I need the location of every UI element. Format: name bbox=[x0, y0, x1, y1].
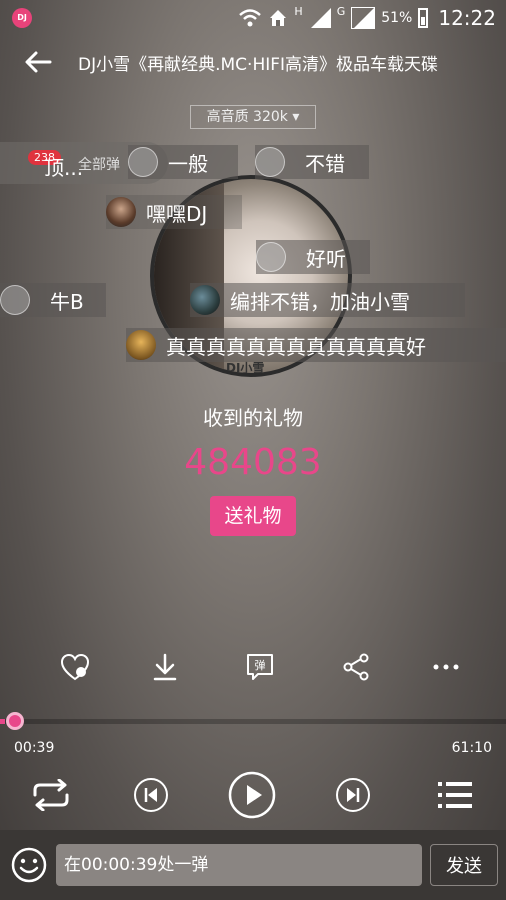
danmaku-item: 编排不错，加油小雪 bbox=[190, 283, 465, 317]
signal-icon bbox=[351, 7, 376, 29]
status-icons: H G 51% 12:22 bbox=[238, 4, 496, 32]
next-track-icon bbox=[336, 778, 370, 812]
danmaku-text: 真真真真真真真真真真真真好 bbox=[166, 334, 426, 359]
app-notification-icon: DJ bbox=[12, 8, 32, 28]
gifts-count: 484083 bbox=[184, 442, 322, 483]
send-button[interactable]: 发送 bbox=[430, 844, 498, 886]
avatar bbox=[128, 147, 158, 177]
avatar bbox=[190, 285, 220, 315]
send-gift-button[interactable]: 送礼物 bbox=[210, 496, 296, 536]
avatar bbox=[126, 330, 156, 360]
play-button[interactable] bbox=[228, 771, 276, 819]
network-h-label: H bbox=[294, 4, 303, 18]
more-button[interactable] bbox=[429, 650, 463, 684]
danmaku-item: 牛B bbox=[0, 283, 106, 317]
previous-track-icon bbox=[134, 778, 168, 812]
battery-icon bbox=[418, 8, 429, 28]
danmaku-text: 不错 bbox=[305, 151, 345, 176]
danmaku-icon: 弹 bbox=[247, 654, 273, 680]
playlist-button[interactable] bbox=[436, 778, 474, 812]
avatar bbox=[106, 197, 136, 227]
danmaku-button[interactable]: 弹 bbox=[243, 650, 277, 684]
dropdown-arrow-icon: ▾ bbox=[292, 109, 300, 125]
repeat-button[interactable] bbox=[28, 774, 74, 816]
danmaku-text: 编排不错，加油小雪 bbox=[230, 289, 410, 314]
progress-knob[interactable] bbox=[6, 712, 24, 730]
heart-icon bbox=[60, 653, 90, 681]
share-icon bbox=[343, 653, 369, 681]
danmaku-item: 真真真真真真真真真真真真好 bbox=[126, 328, 506, 362]
battery-percent: 51% bbox=[381, 10, 413, 26]
wifi-icon bbox=[239, 9, 262, 27]
danmaku-text: 一般 bbox=[168, 151, 208, 176]
danmaku-input[interactable] bbox=[56, 844, 422, 886]
danmaku-input-bar: 发送 bbox=[0, 830, 506, 900]
danmaku-text: 嘿嘿DJ bbox=[146, 201, 208, 226]
previous-button[interactable] bbox=[133, 777, 169, 813]
quality-label: 高音质 320k bbox=[206, 109, 288, 125]
repeat-icon bbox=[33, 779, 69, 811]
danmaku-item: 嘿嘿DJ bbox=[106, 195, 242, 229]
danmaku-text: 好听 bbox=[306, 246, 346, 271]
download-button[interactable] bbox=[148, 650, 182, 684]
status-bar: DJ H G 51% 12:22 bbox=[0, 0, 506, 36]
all-danmaku-label: 全部弹 bbox=[78, 157, 120, 173]
download-icon bbox=[153, 653, 177, 681]
home-icon bbox=[270, 10, 287, 26]
playlist-icon bbox=[438, 782, 472, 808]
play-icon bbox=[228, 771, 276, 819]
share-button[interactable] bbox=[339, 650, 373, 684]
emoji-icon[interactable] bbox=[10, 846, 48, 884]
progress-bar[interactable] bbox=[0, 719, 506, 724]
clock: 12:22 bbox=[438, 6, 496, 30]
danmaku-item: 不错 bbox=[255, 145, 369, 179]
track-title: DJ小雪《再献经典.MC·HIFI高清》极品车载天碟 bbox=[78, 55, 439, 75]
more-dots-icon bbox=[433, 664, 459, 670]
back-arrow-icon[interactable] bbox=[22, 48, 54, 76]
title-bar: DJ小雪《再献经典.MC·HIFI高清》极品车载天碟 bbox=[0, 40, 506, 84]
next-button[interactable] bbox=[335, 777, 371, 813]
quality-selector[interactable]: 高音质 320k ▾ bbox=[190, 105, 316, 129]
avatar bbox=[0, 285, 30, 315]
danmaku-item: 好听 bbox=[256, 240, 370, 274]
progress-fill bbox=[0, 719, 6, 724]
avatar bbox=[255, 147, 285, 177]
total-time: 61:10 bbox=[451, 740, 492, 756]
network-g-label: G bbox=[336, 4, 346, 18]
current-time: 00:39 bbox=[14, 740, 55, 756]
danmaku-text: 牛B bbox=[50, 289, 84, 314]
avatar bbox=[256, 242, 286, 272]
danmaku-item: 一般 bbox=[128, 145, 238, 179]
favorite-button[interactable] bbox=[58, 650, 92, 684]
signal-icon bbox=[310, 8, 331, 28]
gifts-received-label: 收到的礼物 bbox=[203, 406, 303, 430]
danmaku-icon-glyph: 弹 bbox=[255, 658, 266, 672]
